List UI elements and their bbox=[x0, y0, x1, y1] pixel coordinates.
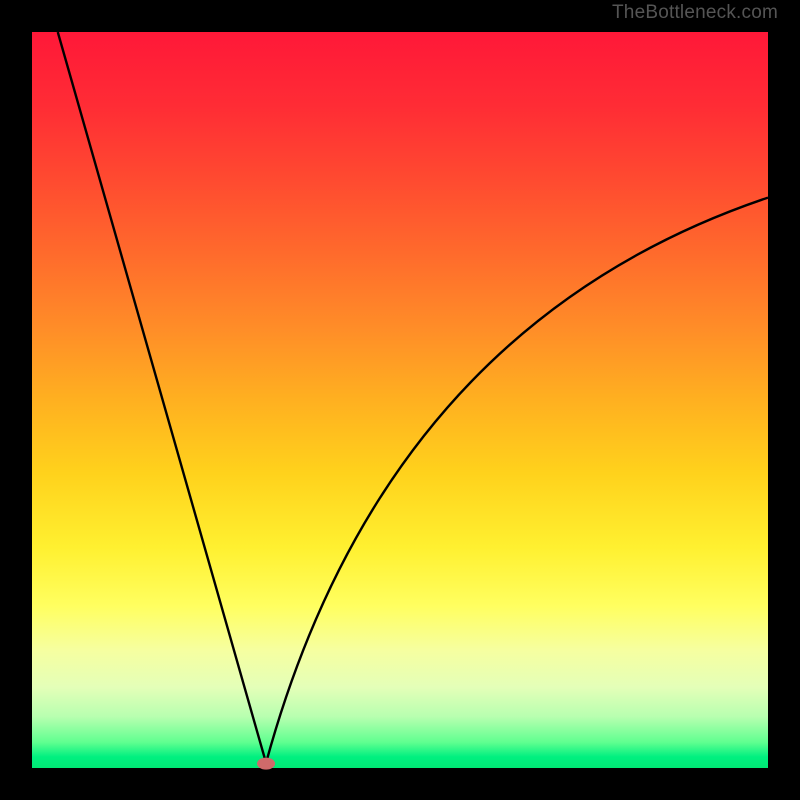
plot-background-gradient bbox=[32, 32, 768, 768]
chart-stage: TheBottleneck.com bbox=[0, 0, 800, 800]
watermark-text: TheBottleneck.com bbox=[612, 2, 778, 24]
chart-svg bbox=[0, 0, 800, 800]
optimum-marker bbox=[257, 758, 275, 770]
